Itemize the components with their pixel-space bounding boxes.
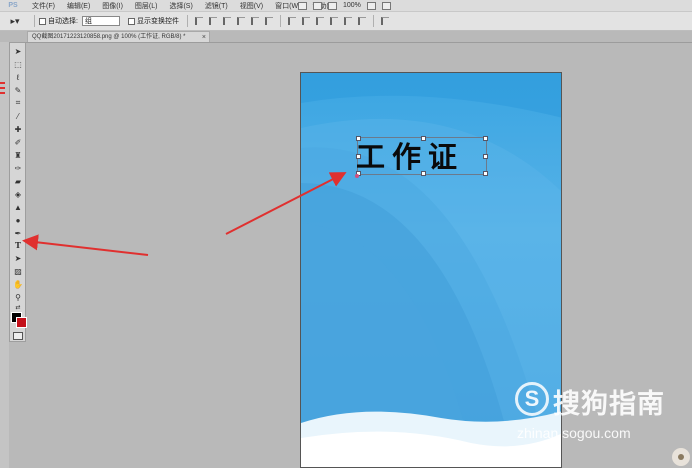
auto-select-label: 自动选择: [48, 18, 78, 25]
panel-marker [0, 87, 5, 89]
watermark-brand: 搜狗指南 [553, 389, 665, 419]
marquee-tool-icon[interactable]: ⬚ [12, 59, 24, 69]
flower-decoration-icon [672, 448, 690, 466]
healing-tool-icon[interactable]: ✚ [12, 124, 24, 134]
swap-colors-icon[interactable]: ⇄ [12, 302, 24, 312]
align-left-icon[interactable] [236, 17, 245, 25]
background-color-swatch[interactable] [16, 317, 27, 328]
menu-edit[interactable]: 编辑(E) [61, 1, 96, 11]
separator [279, 15, 281, 27]
distribute-top-icon[interactable] [287, 17, 296, 25]
watermark-url: zhinan.sogou.com [517, 425, 631, 441]
document-tab-title: QQ截图20171223120858.png @ 100% (工作证, RGB/… [32, 34, 186, 40]
show-transform-label: 显示变换控件 [136, 18, 179, 25]
auto-select-check-icon[interactable] [39, 17, 46, 25]
dodge-tool-icon[interactable]: ● [12, 215, 24, 225]
move-tool-icon[interactable]: ➤ [12, 46, 24, 56]
align-bottom-icon[interactable] [222, 17, 231, 25]
left-panel-strip [0, 42, 9, 468]
sogou-watermark: S 搜狗指南 zhinan.sogou.com [515, 380, 675, 445]
lasso-tool-icon[interactable]: ℓ [12, 72, 24, 82]
align-vcenter-icon[interactable] [208, 17, 217, 25]
menu-view[interactable]: 视图(V) [234, 1, 269, 11]
menu-right-controls: 100% [298, 0, 391, 11]
align-right-icon[interactable] [264, 17, 273, 25]
distribute-hcenter-icon[interactable] [343, 17, 352, 25]
menu-select[interactable]: 选择(S) [163, 1, 198, 11]
align-hcenter-icon[interactable] [250, 17, 259, 25]
show-transform-check-icon[interactable] [127, 17, 135, 25]
brush-tool-icon[interactable]: ✐ [12, 137, 24, 147]
screen-mode-icon[interactable] [381, 1, 391, 10]
auto-align-icon[interactable] [380, 17, 389, 25]
eyedropper-tool-icon[interactable]: ⁄ [12, 111, 24, 121]
menu-layer[interactable]: 图层(L) [129, 1, 164, 11]
auto-select-dropdown[interactable]: 组 [81, 16, 120, 26]
tools-panel: ➤ ⬚ ℓ ✎ ⌗ ⁄ ✚ ✐ ♜ ✑ ▰ ◈ ▲ ● ✒ T ➤ ▨ ✋ ⚲ … [9, 42, 27, 342]
arrange-documents-icon[interactable] [366, 1, 376, 10]
tool-preset-picker[interactable]: ▸▾ [0, 16, 30, 27]
menu-file[interactable]: 文件(F) [26, 1, 61, 11]
distribute-left-icon[interactable] [329, 17, 338, 25]
distribute-vcenter-icon[interactable] [301, 17, 310, 25]
separator [372, 15, 374, 27]
arrow-to-type-tool [22, 234, 149, 256]
quick-mask-icon[interactable] [13, 332, 23, 340]
text-layer-title[interactable]: 工作证 [356, 139, 488, 175]
menu-filter[interactable]: 滤镜(T) [199, 1, 234, 11]
bridge-icon[interactable] [298, 1, 307, 10]
menu-image[interactable]: 图像(I) [96, 1, 129, 11]
path-select-tool-icon[interactable]: ➤ [12, 253, 24, 263]
type-tool-icon[interactable]: T [12, 240, 24, 250]
distribute-bottom-icon[interactable] [315, 17, 324, 25]
separator [34, 15, 35, 27]
quick-select-tool-icon[interactable]: ✎ [12, 85, 24, 95]
pen-tool-icon[interactable]: ✒ [12, 228, 24, 238]
stamp-tool-icon[interactable]: ♜ [12, 150, 24, 160]
menu-bar: PS 文件(F) 编辑(E) 图像(I) 图层(L) 选择(S) 滤镜(T) 视… [0, 0, 692, 12]
history-brush-tool-icon[interactable]: ✑ [12, 163, 24, 173]
blur-tool-icon[interactable]: ▲ [12, 202, 24, 212]
options-bar: ▸▾ 自动选择: 组 显示变换控件 [0, 12, 692, 31]
distribute-right-icon[interactable] [357, 17, 366, 25]
minibridge-icon[interactable] [313, 1, 322, 10]
shape-tool-icon[interactable]: ▨ [12, 266, 24, 276]
eraser-tool-icon[interactable]: ▰ [12, 176, 24, 186]
zoom-level[interactable]: 100% [343, 2, 361, 9]
show-transform-checkbox[interactable]: 显示变换控件 [127, 16, 179, 26]
extras-icon[interactable] [328, 1, 337, 10]
close-tab-icon[interactable]: × [202, 32, 206, 42]
panel-marker [0, 92, 5, 94]
auto-select-checkbox[interactable]: 自动选择: [39, 16, 78, 26]
sogou-logo-icon: S [515, 382, 549, 416]
align-top-icon[interactable] [194, 17, 203, 25]
separator [186, 15, 188, 27]
app-logo: PS [8, 2, 18, 9]
document-tab[interactable]: QQ截图20171223120858.png @ 100% (工作证, RGB/… [27, 31, 210, 42]
gradient-tool-icon[interactable]: ◈ [12, 189, 24, 199]
panel-marker [0, 82, 5, 84]
zoom-tool-icon[interactable]: ⚲ [12, 292, 24, 302]
tab-divider [26, 42, 692, 43]
crop-tool-icon[interactable]: ⌗ [12, 98, 24, 108]
hand-tool-icon[interactable]: ✋ [12, 279, 24, 289]
